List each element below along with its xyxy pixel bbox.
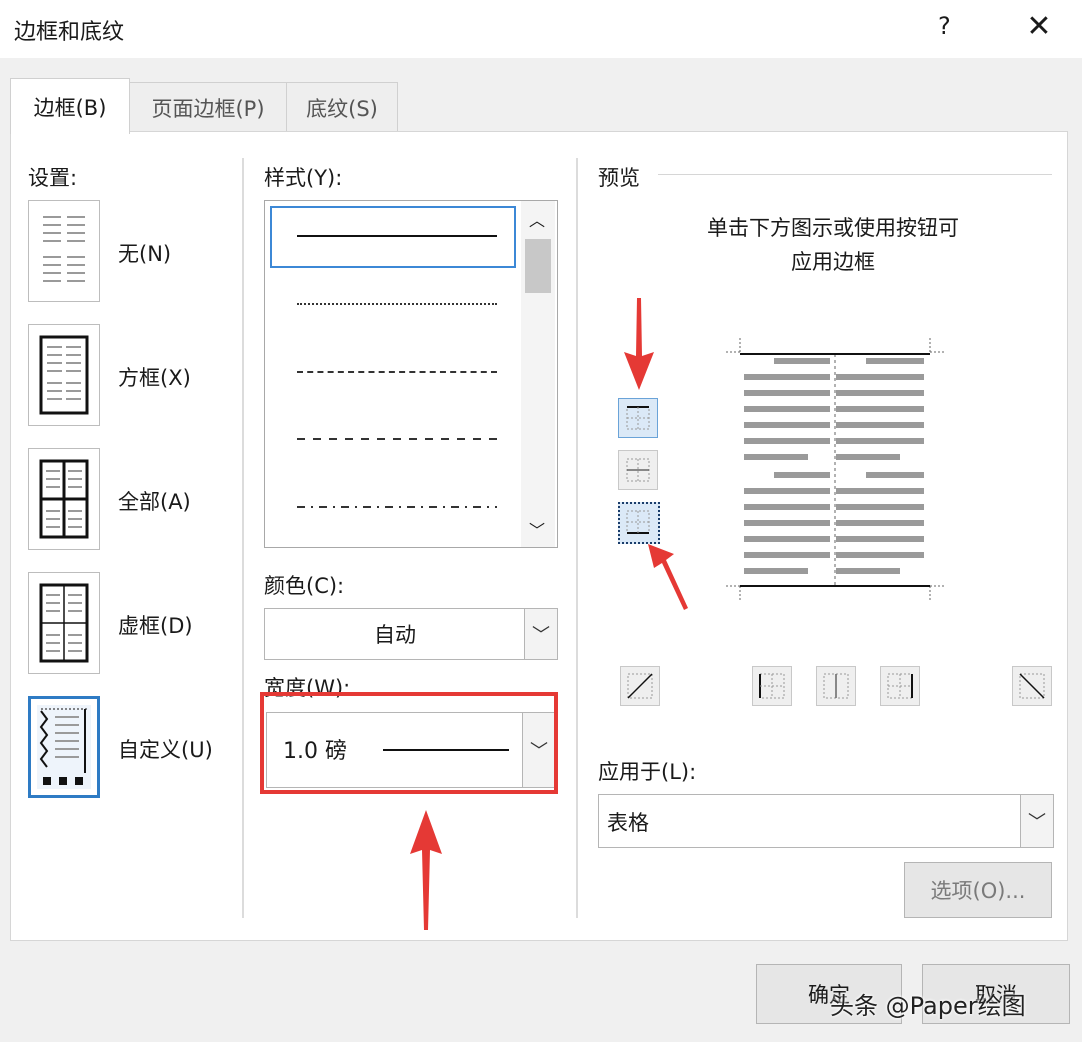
red-arrow-down-icon	[624, 298, 654, 390]
apply-to-value: 表格	[607, 811, 649, 835]
setting-custom-thumbnail[interactable]	[28, 696, 100, 798]
diagonal-up-icon	[627, 673, 653, 699]
border-top-icon	[626, 406, 650, 430]
setting-custom-label[interactable]: 自定义(U)	[118, 734, 213, 764]
diagonal-down-border-button[interactable]	[1012, 666, 1052, 706]
setting-all-label[interactable]: 全部(A)	[118, 486, 191, 516]
preview-diagram[interactable]	[722, 330, 952, 610]
bottom-border-button[interactable]	[618, 502, 660, 544]
chevron-down-icon[interactable]: ﹀	[1020, 795, 1053, 847]
style-option-dash-dot[interactable]	[297, 505, 497, 509]
style-option-selected[interactable]	[270, 206, 516, 268]
top-border-button[interactable]	[618, 398, 658, 438]
color-label: 颜色(C):	[264, 574, 345, 598]
highlight-box	[260, 692, 558, 794]
setting-custom-icon	[37, 705, 91, 789]
scroll-up-icon[interactable]: ︿	[529, 207, 545, 231]
style-option-dashed-small[interactable]	[297, 371, 497, 373]
preview-hint-2: 应用边框	[791, 250, 875, 274]
red-arrow-diagonal-icon	[648, 544, 688, 610]
red-arrow-up-icon	[410, 810, 442, 930]
right-border-button[interactable]	[880, 666, 920, 706]
inside-vertical-border-button[interactable]	[816, 666, 856, 706]
border-bottom-icon	[626, 510, 650, 534]
diagonal-down-icon	[1019, 673, 1045, 699]
watermark-text: 头条 @Paper绘图	[830, 992, 1026, 1020]
setting-all-thumbnail[interactable]	[28, 448, 100, 550]
tab-borders[interactable]: 边框(B)	[10, 78, 130, 134]
style-scrollbar[interactable]: ︿ ﹀	[521, 201, 555, 547]
separator-left	[242, 158, 244, 918]
style-option-dashed-large[interactable]	[297, 437, 497, 441]
setting-grid-icon	[39, 583, 89, 663]
separator-right	[576, 158, 578, 918]
setting-box-thumbnail[interactable]	[28, 324, 100, 426]
settings-header: 设置:	[28, 166, 78, 190]
setting-grid-label[interactable]: 虚框(D)	[118, 610, 193, 640]
chevron-down-icon[interactable]: ﹀	[524, 609, 557, 659]
close-button[interactable]: ✕	[1022, 10, 1056, 44]
color-dropdown[interactable]: 自动 ﹀	[264, 608, 558, 660]
options-button[interactable]: 选项(O)...	[904, 862, 1052, 918]
style-header: 样式(Y):	[264, 166, 343, 190]
border-inside-h-icon	[626, 458, 650, 482]
scroll-thumb[interactable]	[525, 239, 551, 293]
setting-all-icon	[39, 459, 89, 539]
setting-none-label[interactable]: 无(N)	[118, 238, 171, 268]
border-right-icon	[887, 673, 913, 699]
setting-none-icon	[43, 216, 85, 282]
style-listbox[interactable]: ︿ ﹀	[264, 200, 558, 548]
diagonal-up-border-button[interactable]	[620, 666, 660, 706]
preview-header: 预览	[598, 166, 640, 190]
border-inside-v-icon	[823, 673, 849, 699]
dialog-title: 边框和底纹	[14, 20, 125, 45]
apply-to-dropdown[interactable]: 表格 ﹀	[598, 794, 1054, 848]
setting-box-label[interactable]: 方框(X)	[118, 362, 191, 392]
style-option-solid[interactable]	[297, 235, 497, 237]
border-left-icon	[759, 673, 785, 699]
color-value: 自动	[374, 623, 416, 647]
setting-box-icon	[39, 335, 89, 415]
setting-none-thumbnail[interactable]	[28, 200, 100, 302]
preview-hint-1: 单击下方图示或使用按钮可	[707, 216, 959, 240]
scroll-down-icon[interactable]: ﹀	[529, 517, 545, 541]
style-option-dotted[interactable]	[297, 303, 497, 305]
apply-to-label: 应用于(L):	[598, 760, 697, 784]
left-border-button[interactable]	[752, 666, 792, 706]
tab-page-borders[interactable]: 页面边框(P)	[128, 82, 288, 133]
inside-horizontal-border-button[interactable]	[618, 450, 658, 490]
preview-divider	[658, 174, 1052, 175]
help-button[interactable]: ?	[938, 12, 951, 40]
tab-shading[interactable]: 底纹(S)	[286, 82, 398, 133]
title-bar	[0, 0, 1082, 58]
setting-grid-thumbnail[interactable]	[28, 572, 100, 674]
